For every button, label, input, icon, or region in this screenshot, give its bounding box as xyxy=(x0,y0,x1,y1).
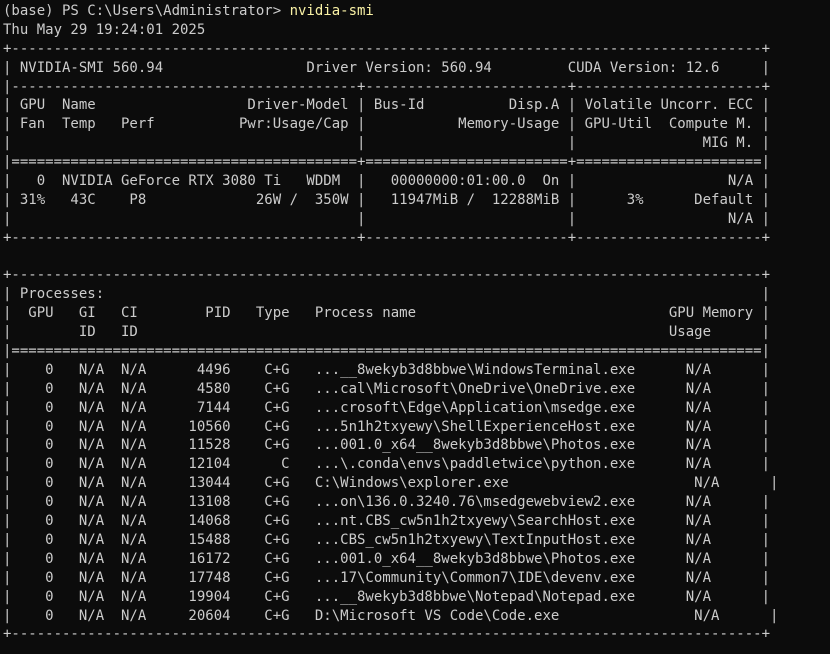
timestamp: Thu May 29 19:24:01 2025 xyxy=(3,21,206,38)
process-row: | 0 N/A N/A 19904 C+G ...__8wekyb3d8bbwe… xyxy=(3,588,771,605)
process-row: | 0 N/A N/A 15488 C+G ...CBS_cw5n1h2txye… xyxy=(3,531,771,548)
process-row: | 0 N/A N/A 13044 C+G C:\Windows\explore… xyxy=(3,475,779,492)
column-header-row-1: | GPU Name Driver-Model | Bus-Id Disp.A … xyxy=(3,97,771,114)
column-header-row-2: | Fan Temp Perf Pwr:Usage/Cap | Memory-U… xyxy=(3,116,771,133)
process-row: | 0 N/A N/A 7144 C+G ...crosoft\Edge\App… xyxy=(3,399,771,416)
process-row: | 0 N/A N/A 16172 C+G ...001.0_x64__8wek… xyxy=(3,550,771,567)
process-row: | 0 N/A N/A 12104 C ...\.conda\envs\padd… xyxy=(3,456,771,473)
process-row: | 0 N/A N/A 4580 C+G ...cal\Microsoft\On… xyxy=(3,380,771,397)
gpu-row-2: | 31% 43C P8 26W / 350W | 11947MiB / 122… xyxy=(3,191,771,208)
summary-header: | NVIDIA-SMI 560.94 Driver Version: 560.… xyxy=(3,59,771,76)
gpu-row-1: | 0 NVIDIA GeForce RTX 3080 Ti WDDM | 00… xyxy=(3,173,771,190)
process-row: | 0 N/A N/A 13108 C+G ...on\136.0.3240.7… xyxy=(3,494,771,511)
summary-separator: |---------------------------------------… xyxy=(3,78,771,95)
process-row: | 0 N/A N/A 4496 C+G ...__8wekyb3d8bbwe\… xyxy=(3,361,771,378)
process-row: | 0 N/A N/A 14068 C+G ...nt.CBS_cw5n1h2t… xyxy=(3,513,771,530)
gpu-row-3: | | | N/A | xyxy=(3,210,771,227)
column-header-row-3: | | | MIG M. | xyxy=(3,135,771,152)
process-row: | 0 N/A N/A 10560 C+G ...5n1h2txyewy\She… xyxy=(3,418,771,435)
terminal-window[interactable]: (base) PS C:\Users\Administrator> nvidia… xyxy=(0,0,830,654)
summary-border-bottom: +---------------------------------------… xyxy=(3,229,771,246)
processes-separator: |=======================================… xyxy=(3,343,771,360)
process-row: | 0 N/A N/A 11528 C+G ...001.0_x64__8wek… xyxy=(3,437,771,454)
prompt-line: (base) PS C:\Users\Administrator> nvidia… xyxy=(3,2,830,21)
processes-border-bottom: +---------------------------------------… xyxy=(3,626,771,643)
processes-header-1: | GPU GI CI PID Type Process name GPU Me… xyxy=(3,305,771,322)
processes-header-2: | ID ID Usage | xyxy=(3,324,771,341)
summary-border-top: +---------------------------------------… xyxy=(3,40,771,57)
process-row: | 0 N/A N/A 20604 C+G D:\Microsoft VS Co… xyxy=(3,607,779,624)
processes-title: | Processes: | xyxy=(3,286,771,303)
process-row: | 0 N/A N/A 17748 C+G ...17\Community\Co… xyxy=(3,569,771,586)
processes-border-top: +---------------------------------------… xyxy=(3,267,771,284)
header-separator: |=======================================… xyxy=(3,154,771,171)
prompt-text: (base) PS C:\Users\Administrator> xyxy=(3,3,290,19)
command-text: nvidia-smi xyxy=(289,3,374,19)
